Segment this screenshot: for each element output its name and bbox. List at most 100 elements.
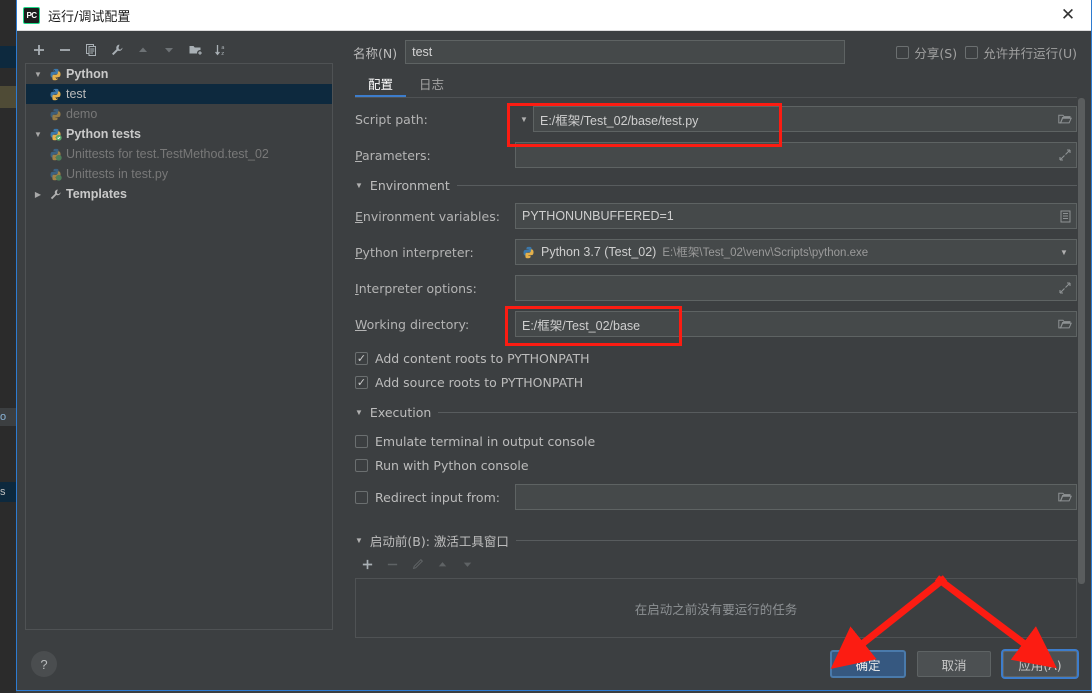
expand-editor-icon[interactable] xyxy=(1057,147,1073,163)
background-text-fragment-2: s xyxy=(0,482,16,502)
redirect-input-field[interactable] xyxy=(515,484,1077,510)
copy-configuration-button[interactable] xyxy=(79,39,103,61)
tab-logs[interactable]: 日志 xyxy=(406,69,457,97)
add-task-button[interactable] xyxy=(355,553,379,575)
working-directory-row: Working directory: E:/框架/Test_02/base xyxy=(355,311,1077,337)
environment-section-header[interactable]: ▼ Environment xyxy=(355,178,1077,193)
background-text-fragment-1: o xyxy=(0,408,16,426)
configurations-left-pane: a z ▼ Python test demo ▼ Python tests Un… xyxy=(17,31,341,638)
tree-item-test[interactable]: test xyxy=(26,84,332,104)
scrollbar-thumb[interactable] xyxy=(1078,98,1085,584)
allow-parallel-run-checkbox[interactable]: 允许并行运行(U) xyxy=(965,43,1077,62)
chevron-down-icon[interactable]: ▼ xyxy=(355,408,363,417)
remove-configuration-button[interactable] xyxy=(53,39,77,61)
apply-button[interactable]: 应用(A) xyxy=(1003,651,1077,677)
chevron-down-icon[interactable]: ▼ xyxy=(1056,244,1072,260)
expand-editor-icon[interactable] xyxy=(1057,280,1073,296)
cancel-button[interactable]: 取消 xyxy=(917,651,991,677)
add-content-roots-checkbox[interactable]: ✓ Add content roots to PYTHONPATH xyxy=(355,347,1077,369)
before-launch-section: ▼ 启动前(B): 激活工具窗口 在启动之前没有要运行的任务 xyxy=(355,527,1077,638)
remove-task-button[interactable] xyxy=(380,553,404,575)
script-path-mode-chevron-down-icon[interactable]: ▼ xyxy=(515,115,533,124)
tree-item-python[interactable]: ▼ Python xyxy=(26,64,332,84)
checkbox-box xyxy=(355,458,368,472)
tab-configuration[interactable]: 配置 xyxy=(355,69,407,98)
working-directory-label: Working directory: xyxy=(355,316,470,332)
background-tree-row-modified xyxy=(0,86,16,108)
tree-item-demo[interactable]: demo xyxy=(26,104,332,124)
edit-list-icon[interactable] xyxy=(1057,208,1073,224)
add-source-roots-checkbox[interactable]: ✓ Add source roots to PYTHONPATH xyxy=(355,371,1077,393)
redirect-input-checkbox[interactable]: Redirect input from: xyxy=(355,486,515,508)
move-task-down-button[interactable] xyxy=(455,553,479,575)
before-launch-task-list[interactable]: 在启动之前没有要运行的任务 xyxy=(355,578,1077,638)
python-test-icon xyxy=(46,148,64,161)
sort-alphabetically-button[interactable]: a z xyxy=(209,39,233,61)
interpreter-options-field[interactable] xyxy=(515,275,1077,301)
tree-item-templates[interactable]: ▶ Templates xyxy=(26,184,332,204)
tree-item-python-tests[interactable]: ▼ Python tests xyxy=(26,124,332,144)
tree-item-label: Unittests in test.py xyxy=(66,167,169,181)
configuration-scrollbar[interactable] xyxy=(1077,98,1086,584)
python-interpreter-control: Python 3.7 (Test_02) E:\框架\Test_02\venv\… xyxy=(515,239,1077,265)
tree-item-unittests-for-testmethod[interactable]: Unittests for test.TestMethod.test_02 xyxy=(26,144,332,164)
help-button[interactable]: ? xyxy=(31,651,57,677)
script-path-field[interactable]: E:/框架/Test_02/base/test.py xyxy=(533,106,1077,132)
environment-variables-field[interactable]: PYTHONUNBUFFERED=1 xyxy=(515,203,1077,229)
add-content-roots-label: Add content roots to PYTHONPATH xyxy=(375,350,590,366)
interpreter-options-row: Interpreter options: xyxy=(355,275,1077,301)
interpreter-name: Python 3.7 (Test_02) xyxy=(541,245,657,259)
configurations-tree[interactable]: ▼ Python test demo ▼ Python tests Unitte… xyxy=(25,63,333,630)
chevron-down-icon[interactable]: ▼ xyxy=(355,181,363,190)
checkbox-box xyxy=(896,45,910,59)
browse-folder-icon[interactable] xyxy=(1057,489,1073,505)
checkbox-box: ✓ xyxy=(355,351,368,365)
parameters-row: Parameters: xyxy=(355,142,1077,168)
background-tree-row-highlight xyxy=(0,46,16,68)
python-interpreter-label: Python interpreter: xyxy=(355,244,474,260)
working-directory-field[interactable]: E:/框架/Test_02/base xyxy=(515,311,1077,337)
tree-item-label: Unittests for test.TestMethod.test_02 xyxy=(66,147,269,161)
chevron-right-icon[interactable]: ▶ xyxy=(30,190,46,199)
chevron-down-icon[interactable]: ▼ xyxy=(30,130,46,139)
emulate-terminal-checkbox[interactable]: Emulate terminal in output console xyxy=(355,430,1077,452)
script-path-row: Script path: ▼ E:/框架/Test_02/base/test.p… xyxy=(355,106,1077,132)
editor-tabs: 配置 日志 xyxy=(341,67,1091,98)
chevron-down-icon[interactable]: ▼ xyxy=(30,70,46,79)
dialog-main-row: a z ▼ Python test demo ▼ Python tests Un… xyxy=(17,31,1091,638)
ok-button[interactable]: 确定 xyxy=(831,651,905,677)
tree-item-unittests-in-testpy[interactable]: Unittests in test.py xyxy=(26,164,332,184)
browse-folder-icon[interactable] xyxy=(1057,111,1073,127)
name-input[interactable]: test xyxy=(405,40,846,64)
share-checkbox[interactable]: 分享(S) xyxy=(896,43,957,62)
checkbox-box xyxy=(965,45,979,59)
working-directory-control: E:/框架/Test_02/base xyxy=(515,311,1077,337)
environment-section-title: Environment xyxy=(369,178,450,193)
redirect-input-label: Redirect input from: xyxy=(375,489,500,505)
move-task-up-button[interactable] xyxy=(430,553,454,575)
before-launch-header[interactable]: ▼ 启动前(B): 激活工具窗口 xyxy=(355,531,1077,550)
edit-templates-button[interactable] xyxy=(105,39,129,61)
interpreter-options-label: Interpreter options: xyxy=(355,280,477,296)
python-interpreter-combobox[interactable]: Python 3.7 (Test_02) E:\框架\Test_02\venv\… xyxy=(515,239,1077,265)
move-down-button[interactable] xyxy=(157,39,181,61)
browse-folder-icon[interactable] xyxy=(1057,316,1073,332)
checkbox-box xyxy=(355,434,368,448)
parameters-control xyxy=(515,142,1077,168)
before-launch-title: 启动前(B): 激活工具窗口 xyxy=(369,534,509,549)
tree-item-label: Python tests xyxy=(66,127,142,141)
checkbox-box xyxy=(355,490,368,504)
new-folder-button[interactable] xyxy=(183,39,207,61)
move-up-button[interactable] xyxy=(131,39,155,61)
name-label: 名称(N) xyxy=(353,45,398,61)
before-launch-empty-text: 在启动之前没有要运行的任务 xyxy=(634,601,798,617)
run-with-python-console-checkbox[interactable]: Run with Python console xyxy=(355,454,1077,476)
add-configuration-button[interactable] xyxy=(27,39,51,61)
edit-task-pencil-icon[interactable] xyxy=(405,553,429,575)
chevron-down-icon[interactable]: ▼ xyxy=(355,536,363,545)
close-icon[interactable]: ✕ xyxy=(1045,0,1091,30)
execution-section-header[interactable]: ▼ Execution xyxy=(355,405,1077,420)
parameters-field[interactable] xyxy=(515,142,1077,168)
section-divider xyxy=(438,412,1077,413)
section-divider xyxy=(515,540,1077,541)
